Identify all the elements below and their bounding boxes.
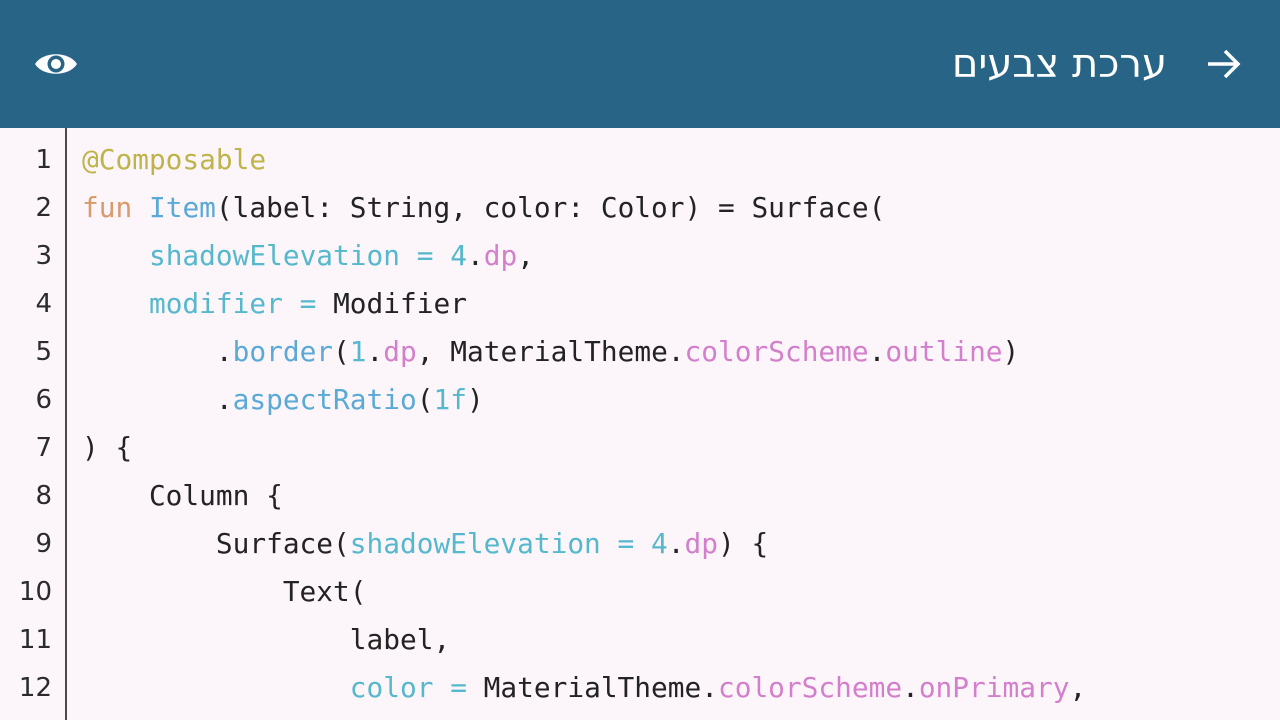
page-title: ערכת צבעים	[951, 41, 1167, 87]
code-token: Item	[148, 191, 216, 224]
code-token: 4	[651, 527, 668, 560]
code-token: (label: String, color: Color) = Surface(	[215, 191, 886, 224]
code-line[interactable]: label,	[82, 608, 450, 656]
code-token: shadowElevation	[148, 239, 400, 272]
code-token: .	[902, 671, 919, 704]
code-token: dp	[383, 335, 417, 368]
preview-button[interactable]	[26, 38, 86, 90]
code-token: colorScheme	[717, 671, 903, 704]
code-token: ) {	[718, 527, 769, 560]
code-line[interactable]: shadowElevation = 4.dp,	[82, 224, 534, 272]
code-line[interactable]: Text(	[82, 560, 367, 608]
code-token: ,	[1069, 671, 1087, 704]
code-token: MaterialTheme.	[483, 671, 718, 704]
code-token: ,	[517, 239, 534, 272]
code-token: 1f	[433, 383, 467, 416]
code-line[interactable]: .aspectRatio(1f)	[82, 368, 484, 416]
code-line[interactable]: modifier = Modifier	[82, 272, 467, 320]
line-number: 12	[18, 673, 52, 703]
line-number: 11	[18, 625, 52, 655]
code-token: border	[232, 335, 334, 368]
code-token: =	[433, 671, 484, 704]
code-token: onPrimary	[918, 671, 1070, 704]
code-token: =	[282, 287, 334, 320]
line-number: 10	[18, 577, 52, 607]
code-token: .	[366, 335, 384, 368]
code-token: )	[466, 383, 484, 416]
code-line[interactable]: @Composable	[82, 128, 266, 176]
code-token: )	[1002, 335, 1020, 368]
code-token: dp	[684, 527, 718, 560]
code-token: 4	[450, 239, 467, 272]
code-token: Text(	[82, 575, 367, 608]
code-line[interactable]: fun Item(label: String, color: Color) = …	[82, 176, 885, 224]
line-number: 3	[35, 241, 52, 271]
code-token: outline	[885, 335, 1003, 368]
code-token: color	[349, 671, 434, 704]
code-token: colorScheme	[684, 335, 869, 368]
line-number: 1	[35, 145, 52, 175]
code-token: .	[82, 335, 233, 368]
line-number: 2	[35, 193, 52, 223]
code-token: .	[667, 527, 685, 560]
code-token: label,	[82, 623, 451, 656]
code-token: aspectRatio	[232, 383, 417, 416]
line-number: 5	[35, 337, 52, 367]
line-number: 6	[35, 385, 52, 415]
code-editor[interactable]: 1 2 3 4 5 6 7 8 9 10 11 12 @Composable fun Item(labe…	[0, 128, 1280, 720]
code-token: shadowElevation	[349, 527, 601, 560]
code-line[interactable]: Surface(shadowElevation = 4.dp) {	[82, 512, 768, 560]
arrow-right-icon	[1208, 49, 1241, 79]
code-token: ) {	[82, 431, 133, 464]
code-token: Surface(	[82, 527, 350, 560]
line-number: 8	[35, 481, 52, 511]
code-line[interactable]: Column {	[82, 464, 283, 512]
code-token: .	[868, 335, 886, 368]
code-line[interactable]: ) {	[82, 416, 132, 464]
back-button[interactable]	[1196, 38, 1252, 90]
line-number: 4	[35, 289, 52, 319]
code-line[interactable]: color = MaterialTheme.colorScheme.onPrim…	[82, 656, 1086, 704]
code-token: =	[600, 527, 652, 560]
line-number: 7	[35, 433, 52, 463]
code-token: =	[399, 239, 451, 272]
code-token: .	[466, 239, 484, 272]
code-token: fun	[82, 191, 133, 224]
code-token: (	[333, 335, 350, 368]
code-token: (	[416, 383, 434, 416]
eye-icon	[35, 54, 77, 74]
code-token: dp	[483, 239, 518, 272]
app-bar: ערכת צבעים	[0, 0, 1280, 128]
line-number: 9	[35, 529, 52, 559]
code-token: @Composable	[82, 143, 267, 176]
code-token: , MaterialTheme.	[416, 335, 685, 368]
gutter-divider	[65, 128, 67, 720]
code-line[interactable]: .border(1.dp, MaterialTheme.colorScheme.…	[82, 320, 1019, 368]
code-token: modifier	[148, 287, 283, 320]
code-token: 1	[349, 335, 367, 368]
code-token: Modifier	[333, 287, 467, 320]
code-token: Column {	[82, 479, 283, 512]
code-token: .	[82, 383, 233, 416]
